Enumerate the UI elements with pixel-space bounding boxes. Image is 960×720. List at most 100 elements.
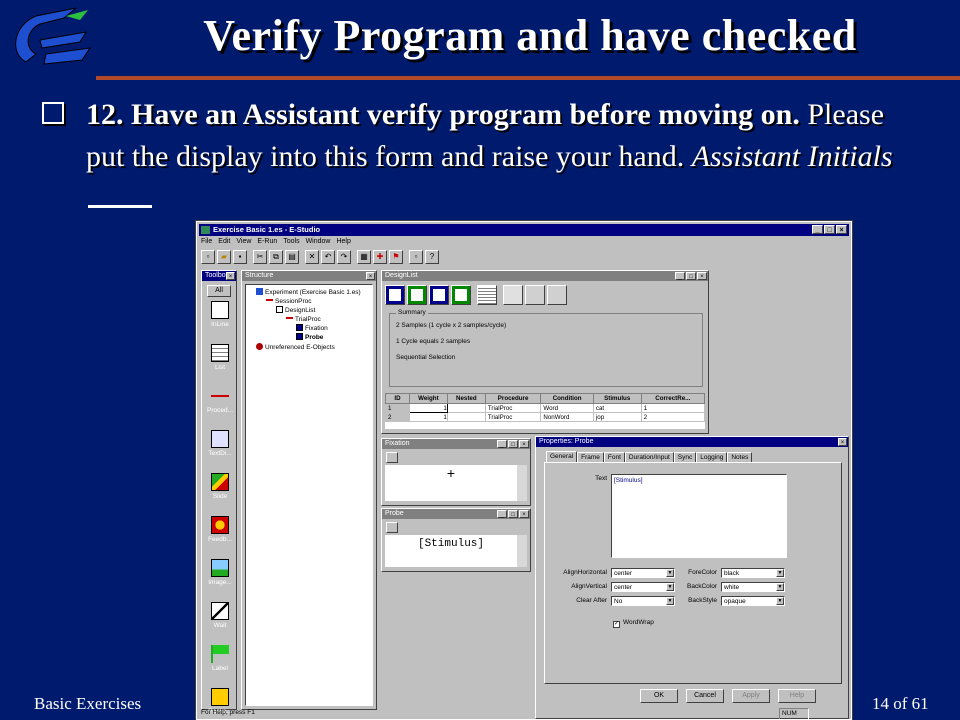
new-doc-icon[interactable]: ▫ [409, 250, 423, 264]
procedure-icon [211, 387, 229, 405]
help-icon[interactable]: ? [425, 250, 439, 264]
menu-erun[interactable]: E-Run [257, 237, 277, 247]
open-folder-icon[interactable]: ▰ [217, 250, 231, 264]
summary-icon[interactable] [477, 285, 497, 305]
paste-icon[interactable]: ▤ [285, 250, 299, 264]
column-header[interactable]: Stimulus [592, 393, 642, 404]
backcolor-select[interactable]: white ▼ [721, 582, 785, 592]
ok-button[interactable]: OK [640, 689, 678, 703]
tree-node[interactable]: Probe [296, 333, 323, 342]
menu-tools[interactable]: Tools [283, 237, 299, 247]
grid-cell[interactable]: jop [592, 412, 642, 422]
menu-edit[interactable]: Edit [218, 237, 230, 247]
grid-cell[interactable]: TrialProc [484, 403, 542, 413]
maximize-button[interactable]: □ [686, 272, 696, 280]
toolbox-panel: Toolbox × All InLine List Proced... Text… [201, 270, 238, 715]
toolbox-item-textdisplay[interactable]: TextDi... [202, 430, 238, 469]
column-header[interactable]: Nested [446, 393, 486, 404]
close-button[interactable]: × [836, 225, 847, 234]
maximize-button[interactable]: □ [508, 510, 518, 518]
grid-cell[interactable]: 2 [640, 412, 706, 422]
fixation-canvas[interactable]: + [385, 465, 517, 501]
tree-node[interactable]: Unreferenced E-Objects [256, 343, 335, 352]
backstyle-select[interactable]: opaque ▼ [721, 596, 785, 606]
properties-icon[interactable]: ▦ [357, 250, 371, 264]
minimize-button[interactable]: _ [497, 440, 507, 448]
column-header[interactable]: Procedure [484, 393, 542, 404]
toolbox-item-label[interactable]: Label [202, 645, 238, 684]
column-header[interactable]: Weight [409, 393, 448, 404]
toolbox-item-feedback[interactable]: Feedb... [202, 516, 238, 555]
maximize-button[interactable]: □ [824, 225, 835, 234]
redo-icon[interactable]: ↷ [337, 250, 351, 264]
grid-cell[interactable]: cat [592, 403, 642, 413]
grid-cell[interactable]: 1 [409, 403, 448, 413]
add-multiple-levels-icon[interactable] [407, 285, 427, 305]
collapse-levels-icon[interactable] [525, 285, 545, 305]
column-header[interactable]: CorrectRe... [640, 393, 706, 404]
toolbox-item-wait[interactable]: Wait [202, 602, 238, 641]
tree-node[interactable]: Experiment (Exercise Basic 1.es) [256, 288, 361, 297]
tree-node[interactable]: TrialProc [286, 315, 321, 324]
grid-cell[interactable]: Word [540, 403, 594, 413]
minimize-button[interactable]: _ [812, 225, 823, 234]
generate-icon[interactable]: ✚ [373, 250, 387, 264]
tree-node[interactable]: SessionProc [266, 297, 312, 306]
undo-icon[interactable]: ↶ [321, 250, 335, 264]
tree-node[interactable]: DesignList [276, 306, 315, 315]
add-attribute-icon[interactable] [429, 285, 449, 305]
toolbox-item-inline[interactable]: InLine [202, 301, 238, 340]
tree-node[interactable]: Fixation [296, 324, 328, 333]
cut-icon[interactable]: ✂ [253, 250, 267, 264]
delete-icon[interactable]: ✕ [305, 250, 319, 264]
toolbox-close-icon[interactable]: × [226, 272, 235, 280]
forecolor-select[interactable]: black ▼ [721, 568, 785, 578]
close-button[interactable]: × [519, 440, 529, 448]
grid-cell[interactable]: 2 [385, 412, 410, 422]
grid-cell[interactable]: 1 [640, 403, 706, 413]
add-multiple-attributes-icon[interactable] [451, 285, 471, 305]
grid-cell[interactable]: NonWord [540, 412, 594, 422]
toolbox-item-image[interactable]: Image... [202, 559, 238, 598]
menu-view[interactable]: View [236, 237, 251, 247]
save-icon[interactable]: ▪ [233, 250, 247, 264]
grid-cell[interactable]: TrialProc [484, 412, 542, 422]
wordwrap-checkbox[interactable]: ✓ WordWrap [613, 619, 654, 628]
toolbox-item-slide[interactable]: Slide [202, 473, 238, 512]
probe-canvas[interactable]: [Stimulus] [385, 535, 517, 567]
add-level-icon[interactable] [385, 285, 405, 305]
properties-icon[interactable] [503, 285, 523, 305]
toolbox-all-button[interactable]: All [207, 285, 231, 297]
scrollbar[interactable] [517, 535, 527, 567]
copy-icon[interactable]: ⧉ [269, 250, 283, 264]
grid-cell[interactable]: 1 [385, 403, 410, 413]
menu-file[interactable]: File [201, 237, 212, 247]
dialog-close-icon[interactable]: × [838, 438, 847, 446]
toolbox-item-procedure[interactable]: Proced... [202, 387, 238, 426]
menu-help[interactable]: Help [336, 237, 350, 247]
help-button[interactable]: Help [778, 689, 816, 703]
collapse-attributes-icon[interactable] [547, 285, 567, 305]
apply-button[interactable]: Apply [732, 689, 770, 703]
toolbox-item-list[interactable]: List [202, 344, 238, 383]
maximize-button[interactable]: □ [508, 440, 518, 448]
grid-cell[interactable]: 1 [409, 412, 448, 422]
scrollbar[interactable] [517, 465, 527, 501]
structure-close-icon[interactable]: × [366, 272, 375, 280]
grid-cell[interactable] [446, 412, 486, 422]
new-file-icon[interactable]: ▫ [201, 250, 215, 264]
toolbox-item-label: Feedb... [208, 536, 232, 543]
menu-window[interactable]: Window [306, 237, 331, 247]
minimize-button[interactable]: _ [497, 510, 507, 518]
close-button[interactable]: × [519, 510, 529, 518]
run-icon[interactable]: ⚑ [389, 250, 403, 264]
text-field[interactable]: [Stimulus] [611, 474, 787, 558]
column-header[interactable]: Condition [540, 393, 594, 404]
column-header[interactable]: ID [385, 393, 410, 404]
close-button[interactable]: × [697, 272, 707, 280]
cancel-button[interactable]: Cancel [686, 689, 724, 703]
minimize-button[interactable]: _ [675, 272, 685, 280]
properties-icon[interactable] [386, 522, 398, 533]
grid-cell[interactable] [446, 403, 486, 413]
properties-icon[interactable] [386, 452, 398, 463]
